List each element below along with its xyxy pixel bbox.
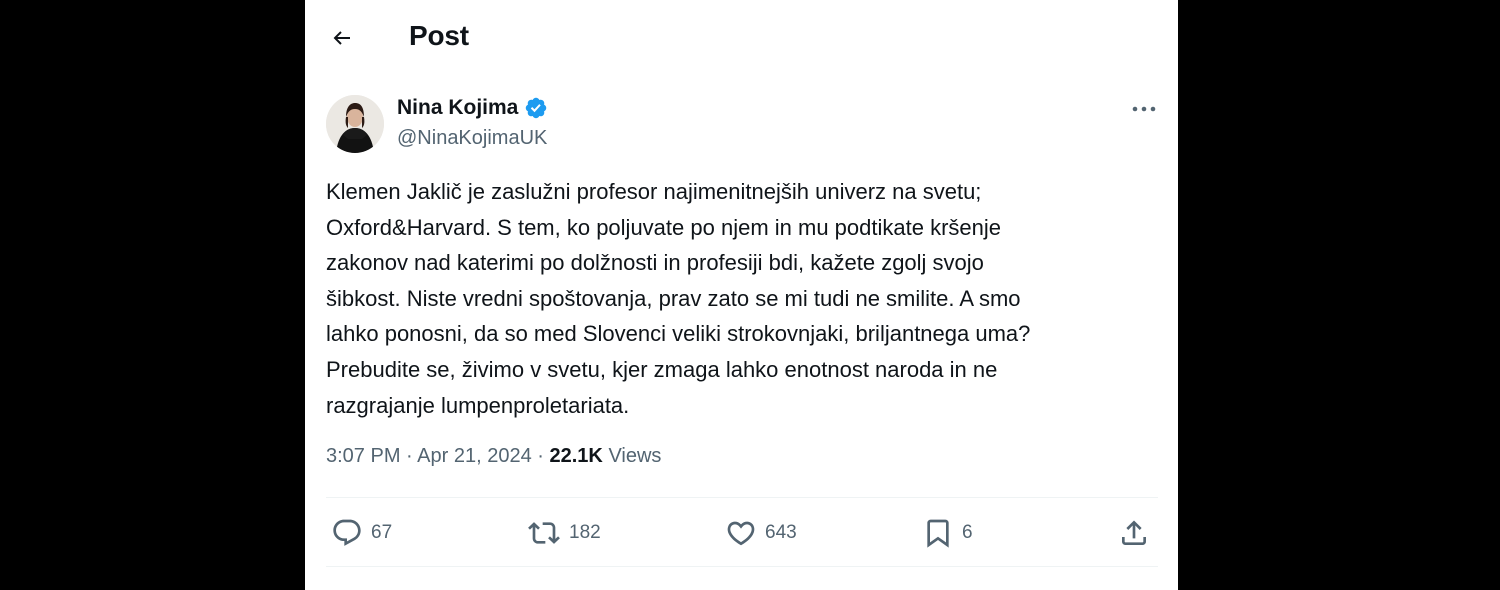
action-bar: 67 182 643 6 bbox=[305, 510, 1178, 558]
reply-icon bbox=[333, 519, 361, 546]
back-button[interactable] bbox=[327, 22, 357, 54]
heart-icon bbox=[727, 521, 755, 546]
more-options-button[interactable] bbox=[1129, 97, 1159, 121]
avatar[interactable] bbox=[326, 95, 384, 153]
like-count: 643 bbox=[765, 522, 797, 543]
share-icon bbox=[1122, 520, 1146, 545]
page-header: Post bbox=[305, 0, 1178, 78]
profile-photo bbox=[326, 95, 384, 153]
reply-count: 67 bbox=[371, 522, 393, 543]
author-name-row: Nina Kojima bbox=[397, 96, 548, 120]
like-button[interactable]: 643 bbox=[725, 510, 797, 556]
reply-button[interactable]: 67 bbox=[331, 510, 392, 556]
bookmark-button[interactable]: 6 bbox=[922, 510, 973, 556]
share-button[interactable] bbox=[1118, 510, 1150, 556]
post-text-line: razgrajanje lumpenproletariata. bbox=[326, 392, 630, 418]
post-text-line: Prebudite se, živimo v svetu, kjer zmaga… bbox=[326, 356, 998, 382]
post-text-line: lahko ponosni, da so med Slovenci veliki… bbox=[326, 321, 1031, 347]
views-label: Views bbox=[608, 445, 662, 467]
post-text-line: šibkost. Niste vredni spoštovanja, prav … bbox=[326, 285, 1021, 311]
post-text-line: Oxford&Harvard. S tem, ko poljuvate po n… bbox=[326, 214, 1001, 240]
more-dots-icon bbox=[1132, 106, 1156, 112]
back-arrow-icon bbox=[333, 31, 350, 45]
page-title: Post bbox=[409, 20, 469, 51]
bookmark-icon bbox=[927, 519, 949, 548]
bookmark-count: 6 bbox=[962, 522, 973, 543]
post-text-line: Klemen Jaklič je zaslužni profesor najim… bbox=[326, 179, 982, 204]
post-page: Post Nina Kojima @NinaKojimaUK Klemen Ja… bbox=[305, 0, 1178, 590]
repost-count: 182 bbox=[569, 522, 601, 543]
repost-button[interactable]: 182 bbox=[527, 510, 601, 556]
author-handle[interactable]: @NinaKojimaUK bbox=[397, 127, 547, 150]
post-text: Klemen Jaklič je zaslužni profesor najim… bbox=[326, 174, 1156, 423]
divider bbox=[326, 497, 1158, 498]
post-text-line: zakonov nad katerimi po dolžnosti in pro… bbox=[326, 250, 984, 276]
meta-separator: · bbox=[537, 445, 544, 467]
author-display-name[interactable]: Nina Kojima bbox=[397, 96, 518, 120]
divider bbox=[326, 566, 1158, 567]
meta-separator: · bbox=[406, 445, 413, 467]
post-time[interactable]: 3:07 PM bbox=[326, 445, 400, 467]
views-count: 22.1K bbox=[549, 445, 603, 467]
verified-badge-icon[interactable] bbox=[524, 96, 548, 120]
post-date[interactable]: Apr 21, 2024 bbox=[417, 445, 532, 467]
repost-icon bbox=[528, 522, 560, 544]
post-metadata: 3:07 PM · Apr 21, 2024 · 22.1K Views bbox=[326, 445, 661, 468]
